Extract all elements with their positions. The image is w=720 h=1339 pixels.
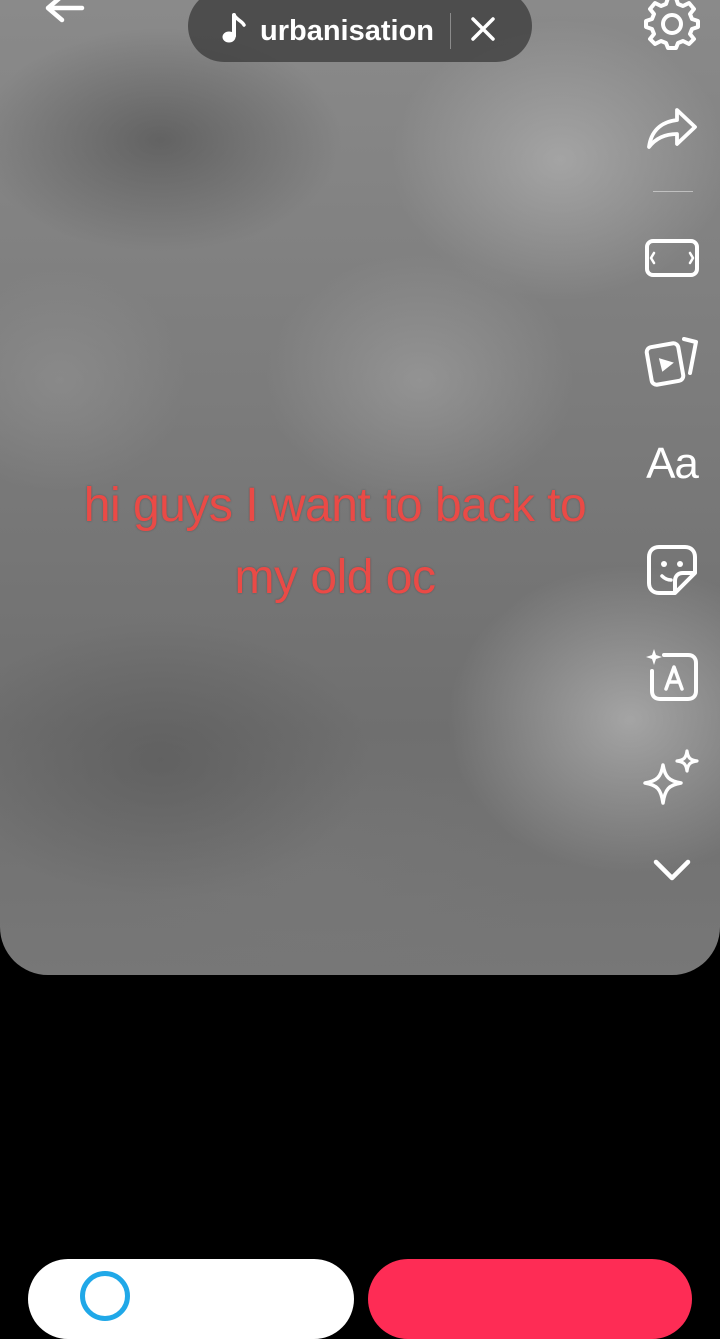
sound-divider (450, 13, 452, 49)
next-button[interactable] (368, 1259, 692, 1339)
gear-icon (644, 0, 700, 50)
arrow-left-icon (42, 0, 86, 35)
close-icon (470, 16, 496, 47)
your-story-button[interactable] (28, 1259, 354, 1339)
sound-selector[interactable]: urbanisation (188, 0, 532, 62)
settings-button[interactable] (640, 0, 704, 54)
toolbar-divider (653, 191, 693, 192)
sound-name: urbanisation (260, 14, 435, 47)
text-button[interactable]: Aa (640, 432, 704, 496)
caption-line-2: my old oc (234, 551, 436, 604)
aspect-ratio-icon (644, 238, 700, 278)
chevron-down-icon (652, 857, 692, 883)
sparkles-icon (643, 749, 701, 807)
caption-text[interactable]: hi guys I want to back to my old oc (40, 470, 630, 614)
effects-button[interactable] (640, 746, 704, 810)
story-ring-icon (80, 1271, 130, 1321)
video-preview[interactable]: hi guys I want to back to my old oc (0, 0, 720, 975)
caption-line-1: hi guys I want to back to (83, 479, 587, 532)
share-button[interactable] (640, 96, 704, 160)
ai-text-button[interactable] (640, 642, 704, 706)
remove-sound-button[interactable] (463, 11, 503, 51)
share-arrow-icon (645, 106, 699, 150)
video-templates-icon (644, 333, 700, 387)
more-tools-button[interactable] (640, 838, 704, 902)
editing-toolbar: Aa (628, 0, 720, 975)
sticker-icon (645, 543, 699, 597)
back-button[interactable] (36, 0, 92, 34)
music-note-icon (222, 12, 248, 46)
ai-text-icon (644, 647, 700, 701)
aspect-ratio-button[interactable] (640, 226, 704, 290)
sticker-button[interactable] (640, 538, 704, 602)
video-templates-button[interactable] (640, 328, 704, 392)
text-icon: Aa (646, 439, 699, 488)
